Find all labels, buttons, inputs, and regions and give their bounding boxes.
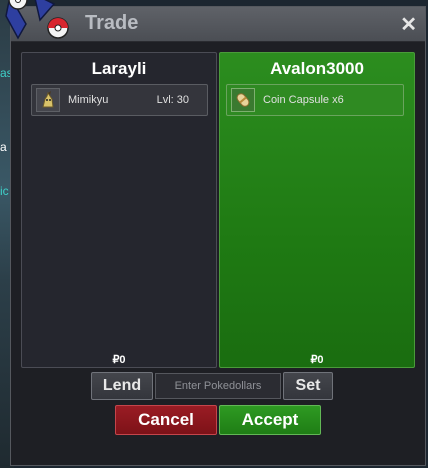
coin-capsule-icon <box>231 88 255 112</box>
item-level: Lvl: 30 <box>156 94 189 106</box>
trade-item-slot[interactable]: Coin Capsule x6 <box>226 84 404 116</box>
background-text-fragment: a <box>0 140 7 154</box>
player-offer-panel-right: Avalon3000 Coin Capsule x6 ₽0 <box>219 52 415 368</box>
pokedollar-input[interactable] <box>155 373 281 399</box>
trade-item-slot[interactable]: Mimikyu Lvl: 30 <box>31 84 208 116</box>
player-offer-panel-left: Larayli Mimikyu Lvl: 30 ₽0 <box>21 52 217 368</box>
lend-button[interactable]: Lend <box>91 372 153 400</box>
pokedollar-amount: ₽0 <box>112 354 126 366</box>
window-title: Trade <box>85 12 139 34</box>
trade-window: Trade ✕ Larayli Mimikyu Lvl: 30 ₽0 Avalo… <box>10 6 426 466</box>
item-name: Mimikyu <box>68 94 109 106</box>
close-button[interactable]: ✕ <box>400 12 417 37</box>
cancel-button[interactable]: Cancel <box>115 405 217 435</box>
accept-button[interactable]: Accept <box>219 405 321 435</box>
background-text-fragment: ic <box>0 184 9 198</box>
player-name: Larayli <box>91 59 147 78</box>
item-name: Coin Capsule x6 <box>263 94 344 106</box>
pokeball-logo-icon <box>5 0 69 40</box>
mimikyu-sprite-icon <box>36 88 60 112</box>
player-name: Avalon3000 <box>270 59 364 78</box>
pokedollar-amount: ₽0 <box>310 354 324 366</box>
set-money-button[interactable]: Set <box>283 372 333 400</box>
